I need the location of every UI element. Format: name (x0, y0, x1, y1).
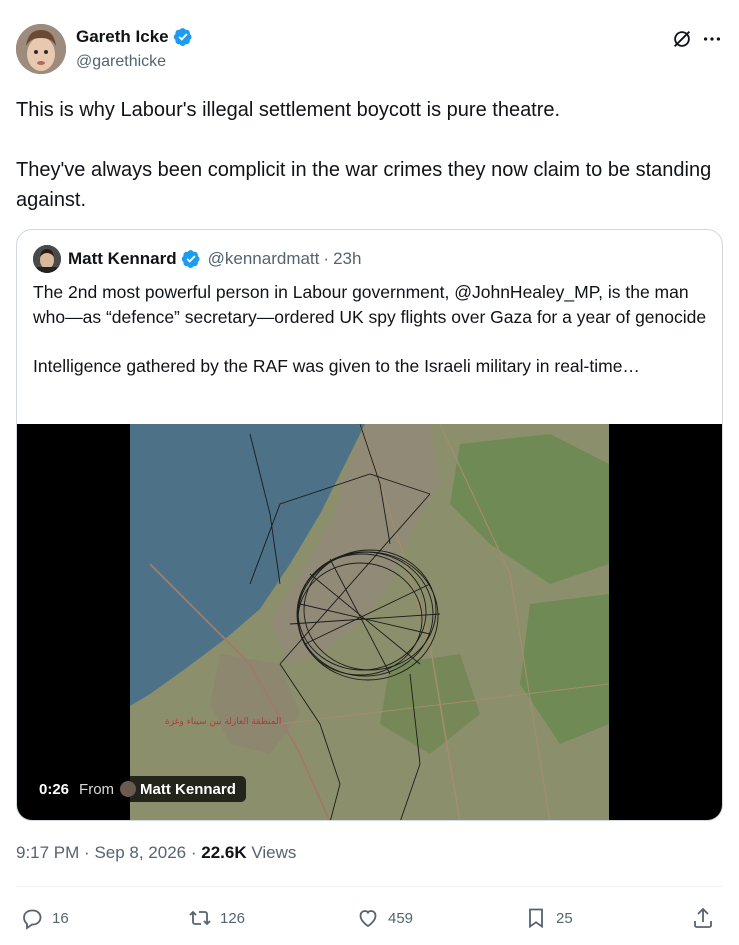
verified-badge-icon (173, 28, 192, 46)
video-from-label: From (79, 780, 115, 798)
repost-button[interactable]: 126 (188, 904, 245, 932)
grok-icon[interactable] (671, 28, 693, 50)
tweet-text: This is why Labour's illegal settlement … (16, 95, 723, 215)
like-button[interactable]: 459 (356, 904, 413, 932)
bookmark-button[interactable]: 25 (524, 904, 573, 932)
like-icon (359, 910, 377, 928)
bookmark-count: 25 (556, 909, 573, 927)
video-source-avatar (120, 781, 137, 797)
meta-separator: · (190, 843, 202, 862)
tweet-header: Gareth Icke @garethicke (16, 24, 723, 76)
like-count: 459 (388, 909, 414, 927)
avatar[interactable] (16, 24, 66, 74)
views-count: 22.6K (201, 843, 247, 862)
divider (16, 886, 723, 887)
video-duration: 0:26 (39, 780, 70, 798)
verified-badge-icon (181, 250, 200, 268)
quote-text-para1: The 2nd most powerful person in Labour g… (33, 282, 707, 327)
share-button[interactable] (691, 904, 715, 932)
tweet-text-line1: This is why Labour's illegal settlement … (16, 99, 561, 121)
quote-age[interactable]: 23h (333, 249, 361, 269)
reply-icon (23, 909, 42, 930)
bookmark-icon (529, 908, 543, 929)
meta-separator: · (84, 843, 95, 862)
tweet-time[interactable]: 9:17 PM (16, 843, 79, 862)
more-icon[interactable] (701, 28, 723, 50)
video-timestamp-badge: 0:26 From Matt Kennard (29, 776, 246, 802)
tweet-date[interactable]: Sep 8, 2026 (94, 843, 186, 862)
tweet-meta: 9:17 PM · Sep 8, 2026 · 22.6K Views (16, 843, 296, 863)
author-name[interactable]: Gareth Icke (76, 27, 169, 47)
video-source-name[interactable]: Matt Kennard (140, 781, 236, 798)
video-frame-map: المنطقة العازلة بين سيناء وغزة (130, 424, 609, 820)
share-icon (694, 907, 712, 928)
repost-count: 126 (220, 909, 246, 927)
quote-avatar[interactable] (33, 245, 61, 273)
quote-text-para2: Intelligence gathered by the RAF was giv… (33, 356, 640, 376)
quote-author-name[interactable]: Matt Kennard (68, 249, 177, 269)
reply-button[interactable]: 16 (20, 904, 69, 932)
author-handle[interactable]: @garethicke (76, 53, 166, 71)
tweet-text-line2: They've always been complicit in the war… (16, 159, 712, 211)
map-label: المنطقة العازلة بين سيناء وغزة (165, 717, 281, 727)
quote-author-handle[interactable]: @kennardmatt (208, 249, 320, 269)
quote-separator: · (323, 249, 330, 268)
views-label: Views (251, 843, 297, 862)
action-bar: 16 126 459 25 (16, 904, 723, 932)
reply-count: 16 (52, 909, 69, 927)
repost-icon (189, 910, 211, 926)
quote-header: Matt Kennard @kennardmatt · 23h (33, 245, 361, 273)
video-player[interactable]: المنطقة العازلة بين سيناء وغزة 0:26 From… (17, 424, 722, 820)
quote-text: The 2nd most powerful person in Labour g… (33, 280, 713, 379)
author-name-row[interactable]: Gareth Icke (76, 27, 193, 47)
quoted-tweet[interactable]: Matt Kennard @kennardmatt · 23h The 2nd … (16, 229, 723, 821)
